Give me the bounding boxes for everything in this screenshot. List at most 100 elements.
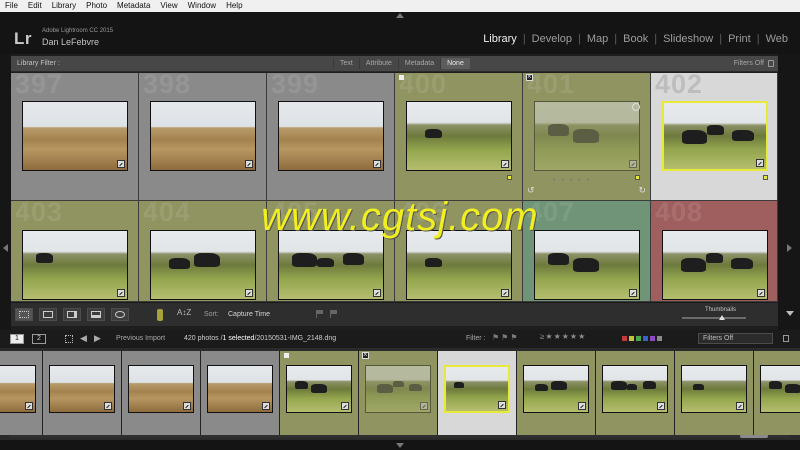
loupe-view-button[interactable] <box>39 308 57 321</box>
module-slideshow[interactable]: Slideshow <box>661 33 715 45</box>
top-panel-toggle-icon[interactable] <box>396 13 404 18</box>
color-label-swatch[interactable] <box>622 336 627 341</box>
right-panel-toggle-icon[interactable] <box>787 244 792 252</box>
develop-badge-icon[interactable] <box>420 402 428 410</box>
filmstrip-lock-icon[interactable] <box>783 335 789 342</box>
filter-tab-metadata[interactable]: Metadata <box>397 58 440 69</box>
module-print[interactable]: Print <box>726 33 753 45</box>
filmstrip-thumbnail[interactable] <box>681 365 747 413</box>
filmstrip-thumbnail[interactable] <box>128 365 194 413</box>
photo-thumbnail[interactable] <box>406 230 512 300</box>
grid-cell[interactable]: 401 • • • • • ↺ ↻ <box>523 73 651 201</box>
grid-cell[interactable]: 405 <box>267 201 395 302</box>
bottom-panel-toggle-icon[interactable] <box>396 443 404 448</box>
rating-dots-icon[interactable]: • • • • • <box>553 177 591 184</box>
develop-badge-icon[interactable] <box>183 402 191 410</box>
filmstrip-cell[interactable] <box>122 351 201 435</box>
thumbnail-size-slider-knob[interactable] <box>719 315 725 320</box>
grid-cell[interactable]: 398 <box>139 73 267 201</box>
module-map[interactable]: Map <box>585 33 610 45</box>
compare-view-button[interactable] <box>63 308 81 321</box>
rotate-left-icon[interactable]: ↺ <box>527 185 535 196</box>
develop-badge-icon[interactable] <box>501 160 509 168</box>
filmstrip-thumbnail[interactable] <box>523 365 589 413</box>
color-label-swatch[interactable] <box>636 336 641 341</box>
filmstrip-thumbnail[interactable] <box>0 365 36 413</box>
reject-flag-icon[interactable] <box>330 310 337 318</box>
pick-flag-icon[interactable] <box>316 310 323 318</box>
grid-cell[interactable]: 399 <box>267 73 395 201</box>
grid-view-button[interactable] <box>15 308 33 321</box>
filmstrip-cell[interactable] <box>675 351 754 435</box>
menu-metadata[interactable]: Metadata <box>117 0 150 12</box>
color-label-swatch[interactable] <box>629 336 634 341</box>
people-view-button[interactable] <box>111 308 129 321</box>
filter-flags-icon[interactable]: ⚑⚑⚑ <box>492 333 520 342</box>
menu-file[interactable]: File <box>5 0 18 12</box>
filmstrip-cell[interactable] <box>438 351 517 435</box>
filmstrip-cell[interactable] <box>43 351 122 435</box>
back-arrow-icon[interactable]: ◀ <box>80 333 87 344</box>
left-panel-toggle-icon[interactable] <box>3 244 8 252</box>
filmstrip-thumbnail[interactable] <box>365 365 431 413</box>
develop-badge-icon[interactable] <box>755 159 764 167</box>
filmstrip-filter-dropdown[interactable]: Filters Off <box>698 333 773 344</box>
filmstrip-thumbnail[interactable] <box>760 365 800 413</box>
develop-badge-icon[interactable] <box>756 289 765 297</box>
photo-thumbnail[interactable] <box>661 230 768 300</box>
develop-badge-icon[interactable] <box>104 402 112 410</box>
filmstrip-thumbnail[interactable] <box>286 365 352 413</box>
develop-badge-icon[interactable] <box>341 402 349 410</box>
module-develop[interactable]: Develop <box>530 33 574 45</box>
menu-view[interactable]: View <box>160 0 177 12</box>
sort-direction-icon[interactable]: A↕Z <box>177 308 191 317</box>
menu-library[interactable]: Library <box>52 0 76 12</box>
filmstrip-cell[interactable] <box>359 351 438 435</box>
grid-cell[interactable]: 406 <box>395 201 523 302</box>
photo-thumbnail[interactable] <box>22 101 128 171</box>
filter-tab-text[interactable]: Text <box>333 58 359 69</box>
develop-badge-icon[interactable] <box>629 289 637 297</box>
forward-arrow-icon[interactable]: ▶ <box>94 333 101 344</box>
photo-thumbnail[interactable] <box>22 230 128 300</box>
menu-window[interactable]: Window <box>188 0 216 12</box>
develop-badge-icon[interactable] <box>373 160 381 168</box>
module-book[interactable]: Book <box>621 33 650 45</box>
grid-cell[interactable]: 404 <box>139 201 267 302</box>
grid-shortcut-icon[interactable] <box>65 335 73 343</box>
photo-thumbnail[interactable] <box>534 230 640 300</box>
filmstrip-thumbnail[interactable] <box>444 365 510 413</box>
develop-badge-icon[interactable] <box>498 401 506 409</box>
filmstrip-cell[interactable] <box>0 351 43 435</box>
toolbar-menu-chevron-icon[interactable] <box>786 311 794 316</box>
main-window-button[interactable]: 1 <box>10 334 24 344</box>
color-label-swatch[interactable] <box>643 336 648 341</box>
painter-spray-can-icon[interactable] <box>157 309 163 321</box>
develop-badge-icon[interactable] <box>578 402 586 410</box>
develop-badge-icon[interactable] <box>117 289 125 297</box>
menu-help[interactable]: Help <box>226 0 242 12</box>
filmstrip-cell[interactable] <box>517 351 596 435</box>
grid-cell[interactable]: 407 <box>523 201 651 302</box>
develop-badge-icon[interactable] <box>373 289 381 297</box>
left-panel-edge[interactable] <box>0 54 11 330</box>
module-library[interactable]: Library <box>481 33 519 45</box>
filter-stars-icon[interactable]: ≥★★★★★ <box>540 332 586 341</box>
develop-badge-icon[interactable] <box>501 289 509 297</box>
photo-thumbnail[interactable] <box>278 230 384 300</box>
pick-flag-icon[interactable] <box>284 353 289 358</box>
reject-flag-icon[interactable] <box>526 73 533 81</box>
develop-badge-icon[interactable] <box>657 402 665 410</box>
filmstrip-thumbnail[interactable] <box>602 365 668 413</box>
develop-badge-icon[interactable] <box>262 402 270 410</box>
photo-thumbnail[interactable] <box>406 101 512 171</box>
filter-tab-attribute[interactable]: Attribute <box>358 58 398 69</box>
filmstrip-cell[interactable] <box>596 351 675 435</box>
secondary-window-button[interactable]: 2 <box>32 334 46 344</box>
grid-cell[interactable]: 408 <box>651 201 778 302</box>
rotate-right-icon[interactable]: ↻ <box>638 185 646 196</box>
develop-badge-icon[interactable] <box>245 160 253 168</box>
photo-thumbnail[interactable] <box>150 230 256 300</box>
filmstrip-thumbnail[interactable] <box>207 365 273 413</box>
sort-dropdown[interactable]: Capture Time <box>228 311 270 318</box>
